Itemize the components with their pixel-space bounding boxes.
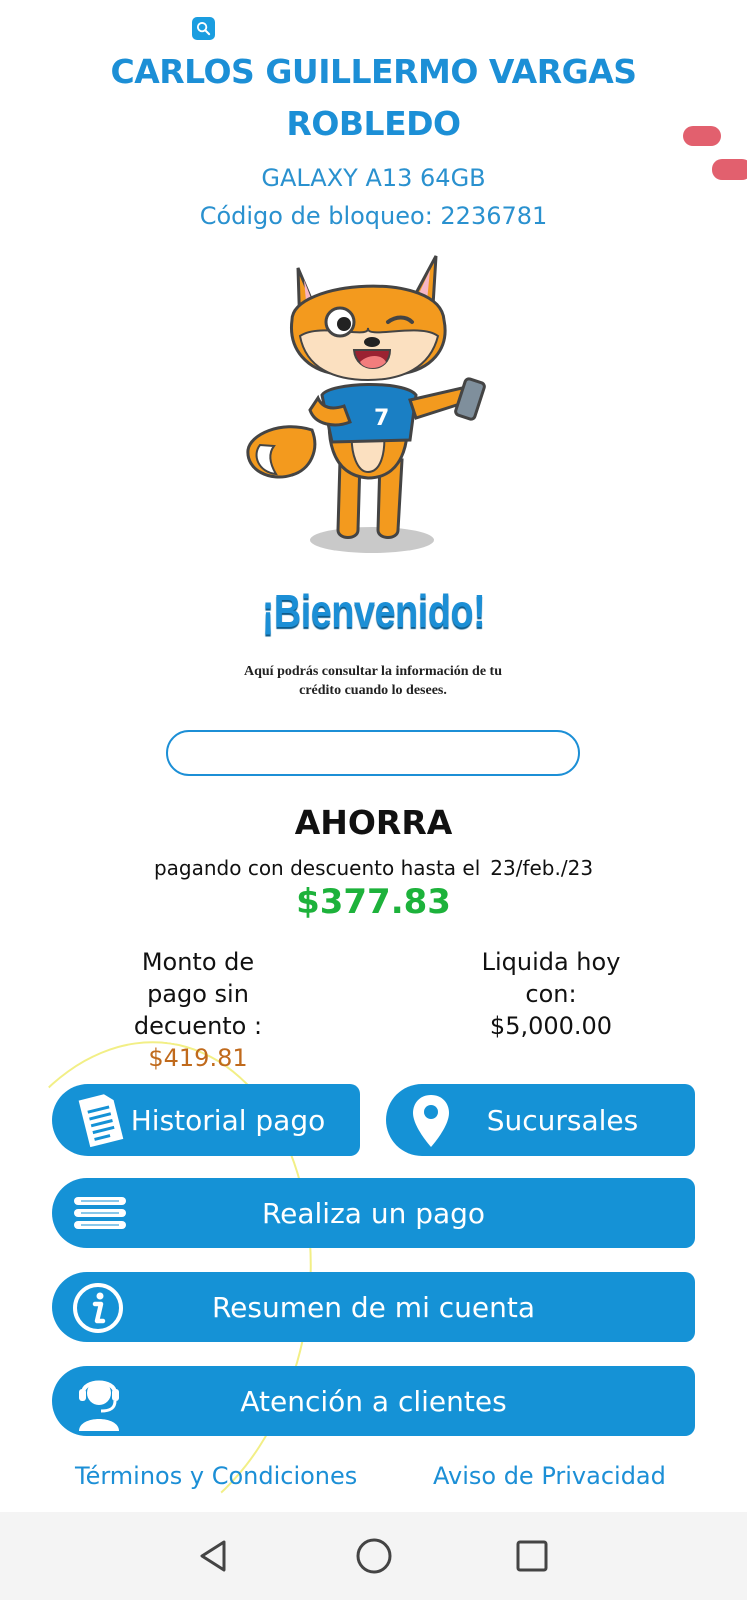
search-icon[interactable]	[192, 17, 215, 40]
discount-deadline-date: 23/feb./23	[490, 856, 594, 880]
customer-service-label: Atención a clientes	[240, 1384, 507, 1418]
welcome-subtitle: Aquí podrás consultar la información de …	[244, 664, 502, 698]
device-model: GALAXY A13 64GB	[261, 164, 486, 192]
savings-title: AHORRA	[294, 803, 453, 842]
account-summary-label: Resumen de mi cuenta	[211, 1290, 535, 1324]
branches-label: Sucursales	[486, 1103, 639, 1137]
discounted-payment-amount: $377.83	[296, 882, 451, 922]
payment-without-discount: Monto de pago sin decuento : $419.81	[118, 946, 278, 1074]
make-payment-button[interactable]: Realiza un pago	[52, 1178, 695, 1248]
savings-subtitle: pagando con descuento hasta el 23/feb./23	[0, 856, 747, 880]
payoff-today-label: Liquida hoy con:	[481, 948, 621, 1008]
payoff-today-value: $5,000.00	[489, 1012, 613, 1040]
welcome-title: ¡Bienvenido!	[261, 585, 486, 637]
payment-history-label: Historial pago	[130, 1103, 326, 1137]
branches-button[interactable]: Sucursales	[386, 1084, 695, 1156]
payoff-today: Liquida hoy con: $5,000.00	[466, 946, 636, 1042]
payment-without-discount-value: $419.81	[148, 1044, 248, 1072]
recents-square-icon[interactable]	[510, 1534, 554, 1578]
back-triangle-icon[interactable]	[192, 1534, 236, 1578]
decorative-pill	[683, 126, 721, 146]
make-payment-label: Realiza un pago	[261, 1196, 486, 1230]
customer-service-button[interactable]: Atención a clientes	[52, 1366, 695, 1436]
savings-subtitle-text: pagando con descuento hasta el	[153, 856, 481, 880]
lock-code: Código de bloqueo: 2236781	[199, 202, 548, 230]
home-circle-icon[interactable]	[352, 1534, 396, 1578]
customer-name: CARLOS GUILLERMO VARGAS ROBLEDO	[110, 52, 637, 143]
fox-mascot-illustration: 7	[246, 255, 486, 553]
payment-history-button[interactable]: Historial pago	[52, 1084, 360, 1156]
shirt-logo: 7	[374, 406, 389, 431]
progress-bar-outline	[166, 730, 580, 776]
account-summary-button[interactable]: Resumen de mi cuenta	[52, 1272, 695, 1342]
payment-without-discount-label: Monto de pago sin decuento :	[133, 948, 263, 1040]
terms-link[interactable]: Términos y Condiciones	[75, 1462, 357, 1490]
system-navigation-bar	[0, 1512, 747, 1600]
privacy-link[interactable]: Aviso de Privacidad	[433, 1462, 666, 1490]
